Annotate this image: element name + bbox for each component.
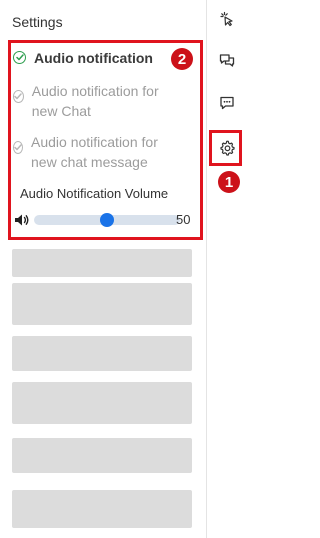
skeleton-placeholder	[12, 283, 192, 325]
audio-notification-new-chat-label: Audio notification for new Chat	[31, 83, 159, 119]
volume-slider[interactable]	[34, 213, 180, 227]
icon-rail	[207, 0, 246, 538]
audio-notification-new-message-label: Audio notification for new chat message	[31, 134, 158, 170]
speaker-icon	[14, 213, 30, 232]
audio-notification-toggle[interactable]: Audio notification	[13, 48, 153, 68]
audio-notification-new-message-toggle[interactable]: Audio notification for new chat message	[13, 132, 183, 172]
check-circle-icon	[13, 51, 26, 64]
volume-slider-thumb[interactable]	[100, 213, 114, 227]
panel-title: Settings	[12, 14, 63, 30]
audio-notification-label: Audio notification	[34, 50, 153, 66]
skeleton-placeholder	[12, 249, 192, 277]
audio-notification-new-chat-toggle[interactable]: Audio notification for new Chat	[13, 81, 183, 121]
check-circle-icon	[13, 141, 23, 154]
skeleton-placeholder	[12, 336, 192, 371]
skeleton-placeholder	[12, 382, 192, 424]
skeleton-placeholder	[12, 438, 192, 473]
cursor-click-button[interactable]	[216, 8, 238, 30]
chats-button[interactable]	[216, 50, 238, 72]
annotation-badge-2: 2	[171, 48, 193, 70]
cursor-click-icon	[219, 11, 235, 27]
volume-label: Audio Notification Volume	[20, 186, 169, 201]
volume-control: 50	[14, 211, 194, 231]
volume-value: 50	[176, 212, 191, 227]
check-circle-icon	[13, 90, 24, 103]
highlight-box-gear	[209, 130, 242, 166]
chat-bubbles-icon	[219, 53, 235, 69]
chat-message-icon	[219, 95, 235, 111]
skeleton-placeholder	[12, 490, 192, 528]
annotation-badge-1: 1	[218, 171, 240, 193]
settings-panel: Settings Audio notification Audio notifi…	[0, 0, 206, 538]
messages-button[interactable]	[216, 92, 238, 114]
